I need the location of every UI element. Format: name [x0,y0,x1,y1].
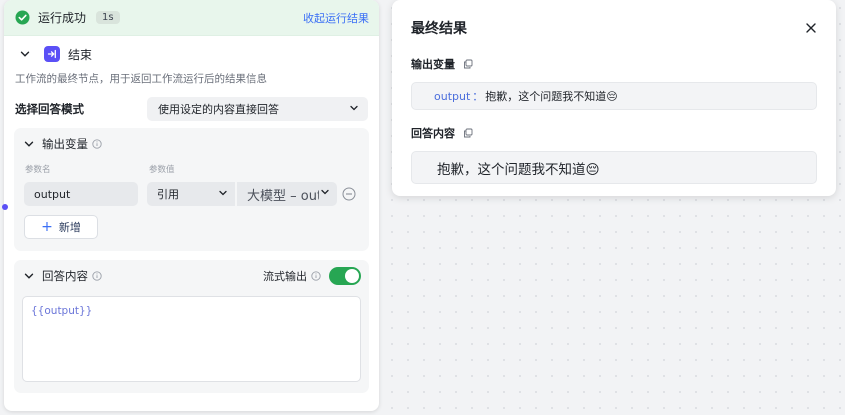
param-row: output 引用 大模型 – output [14,182,369,206]
answer-content-title: 回答内容 [42,269,88,283]
end-node-card[interactable]: 运行成功 1s 收起运行结果 结束 工作流的最终节点，用于返回工作流运行后的结果… [4,0,379,411]
answer-mode-row: 选择回答模式 使用设定的内容直接回答 [4,96,379,122]
result-output-separator: ： [472,90,484,103]
run-status-bar: 运行成功 1s 收起运行结果 [4,0,379,36]
ref-type-value: 引用 [157,188,179,201]
answer-content-section: 回答内容 流式输出 {{output}} [14,260,369,393]
output-vars-header: 输出变量 [14,128,369,160]
node-title: 结束 [68,47,93,62]
param-name-input[interactable]: output [24,182,138,206]
answer-label-row: 回答内容 [411,125,817,141]
node-description: 工作流的最终节点，用于返回工作流运行后的结果信息 [15,73,267,85]
toggle-knob [345,269,359,283]
chevron-down-icon[interactable] [22,269,36,283]
output-vars-section: 输出变量 参数名 参数值 output 引用 大模型 – output [14,128,369,251]
param-value-select[interactable]: 大模型 – output [237,182,337,206]
chevron-down-icon [217,187,229,202]
result-output-box: output ： 抱歉，这个问题我不知道😔 [411,82,817,110]
result-output-key: output [434,89,471,103]
output-vars-title: 输出变量 [42,137,88,151]
stream-output-toggle[interactable] [329,267,361,285]
chevron-down-icon[interactable] [22,137,36,151]
col-name-label: 参数名 [25,165,51,175]
add-param-label: 新增 [58,221,81,234]
result-answer-box: 抱歉，这个问题我不知道😔 [411,151,817,184]
param-column-labels: 参数名 参数值 [14,160,369,178]
collapse-result-link[interactable]: 收起运行结果 [303,10,369,26]
answer-mode-label: 选择回答模式 [15,102,84,116]
result-panel-title: 最终结果 [411,21,467,37]
info-icon [92,271,102,281]
answer-content-header: 回答内容 流式输出 [14,260,369,292]
chevron-down-icon [348,102,360,117]
output-vars-label-row: 输出变量 [411,56,817,72]
answer-mode-select[interactable]: 使用设定的内容直接回答 [147,97,368,121]
minus-circle-icon[interactable] [342,187,356,201]
stream-output-control: 流式输出 [263,267,361,285]
copy-icon[interactable] [463,59,473,69]
add-param-button[interactable]: + 新增 [24,215,98,239]
plus-icon: + [41,219,53,235]
chevron-down-icon [319,186,331,202]
answer-mode-value: 使用设定的内容直接回答 [158,103,279,116]
result-answer-label: 回答内容 [411,127,455,140]
input-port-handle[interactable] [2,204,8,210]
result-panel-header: 最终结果 [411,0,817,56]
info-icon [311,271,321,281]
result-panel: 最终结果 输出变量 output ： 抱歉，这个问题我不知道😔 回答内容 抱歉，… [392,0,836,196]
answer-template-input[interactable]: {{output}} [22,296,361,382]
check-circle-icon [15,10,30,25]
stream-output-label: 流式输出 [263,270,307,283]
result-output-label: 输出变量 [411,58,455,71]
close-icon[interactable] [805,22,817,34]
ref-type-select[interactable]: 引用 [147,182,235,206]
node-header: 结束 [4,36,379,72]
run-status-label: 运行成功 [38,11,87,25]
col-value-label: 参数值 [149,165,175,175]
param-value-text: 大模型 – output [247,188,319,204]
result-output-value: 抱歉，这个问题我不知道😔 [485,90,618,103]
run-time-badge: 1s [96,11,120,24]
info-icon [92,139,102,149]
chevron-down-icon[interactable] [18,47,32,61]
copy-icon[interactable] [463,128,473,138]
end-node-icon [44,46,60,62]
